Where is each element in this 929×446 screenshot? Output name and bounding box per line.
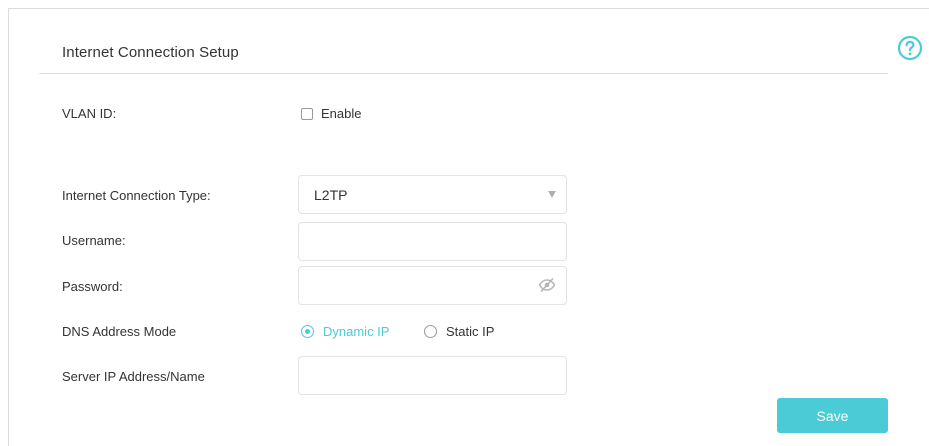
server-address-input[interactable] [298,356,567,395]
vlan-id-label: VLAN ID: [62,106,117,121]
save-button[interactable]: Save [777,398,888,433]
connection-type-label: Internet Connection Type: [62,188,211,203]
dropdown-arrow-icon [548,191,556,198]
radio-unchecked-icon[interactable] [424,325,437,338]
help-circle-icon[interactable] [897,35,923,61]
section-title: Internet Connection Setup [62,44,239,61]
server-address-label: Server IP Address/Name [62,369,205,384]
password-label: Password: [62,279,123,294]
connection-type-value: L2TP [314,187,348,203]
username-label: Username: [62,233,126,248]
dns-mode-label: DNS Address Mode [62,324,177,339]
vlan-enable-label[interactable]: Enable [321,106,361,121]
username-input[interactable] [298,222,567,261]
radio-checked-icon[interactable] [301,325,314,338]
static-ip-label[interactable]: Static IP [446,324,494,339]
checkbox-box[interactable] [301,107,313,120]
eye-slash-icon[interactable] [538,278,556,292]
vlan-enable-checkbox[interactable]: Enable [301,106,361,121]
connection-type-select[interactable]: L2TP [298,175,567,214]
title-divider [39,73,888,74]
dns-static-ip-radio[interactable]: Static IP [424,324,494,339]
password-input[interactable] [298,266,567,305]
dns-dynamic-ip-radio[interactable]: Dynamic IP [301,324,389,339]
dynamic-ip-label[interactable]: Dynamic IP [323,324,389,339]
